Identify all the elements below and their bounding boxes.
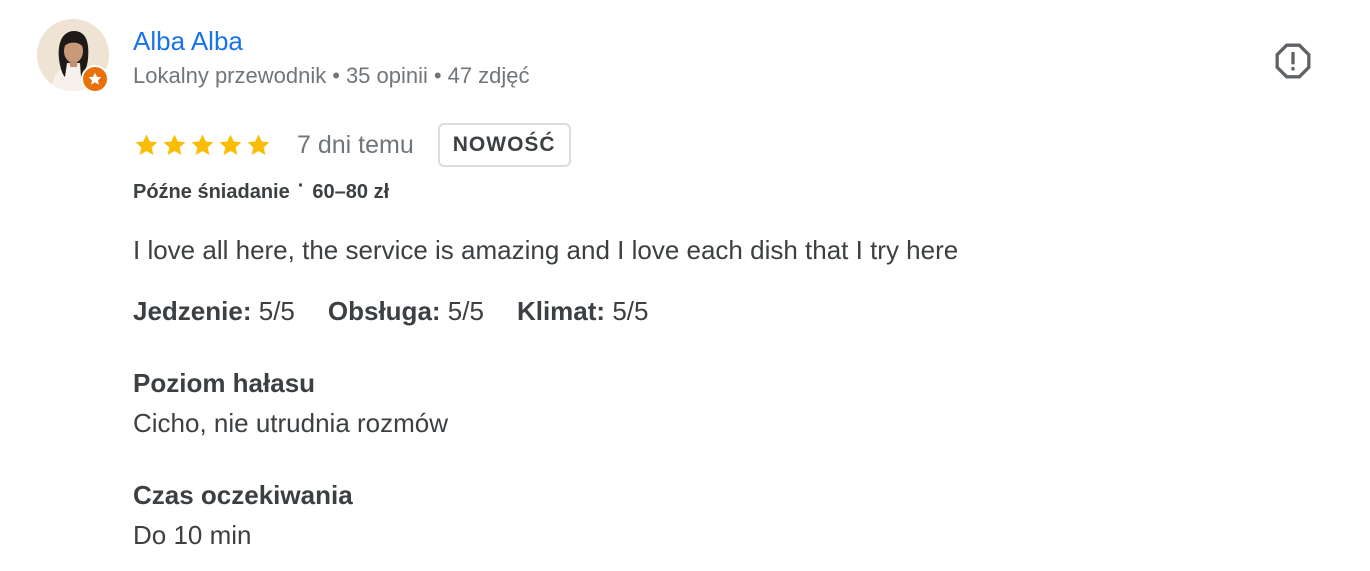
wait-time-label: Czas oczekiwania [133,480,353,510]
star-icon [135,133,158,155]
meal-price-row: Późne śniadanie · 60–80 zł [133,175,390,206]
noise-level-label: Poziom hałasu [133,368,316,398]
reviewer-meta[interactable]: Lokalny przewodnik • 35 opinii • 47 zdjęć [133,61,530,91]
star-icon [163,133,186,155]
review-date: 7 dni temu [297,130,414,159]
subrating-food: Jedzenie: 5/5 [133,296,295,326]
report-icon [1275,43,1311,79]
new-badge: NOWOŚĆ [437,123,571,167]
report-review-button[interactable] [1272,40,1314,82]
reviewer-reviews-count: 35 opinii [345,63,428,88]
star-icon [247,133,270,155]
star-icon [191,133,214,155]
wait-time-value: Do 10 min [133,520,252,550]
subratings: Jedzenie: 5/5 Obsługa: 5/5 Klimat: 5/5 [133,294,648,328]
rating-row: 7 dni temu NOWOŚĆ [133,121,571,169]
subrating-service: Obsługa: 5/5 [327,296,484,326]
reviewer-photos-count: 47 zdjęć [447,63,530,88]
noise-level-value: Cicho, nie utrudnia rozmów [133,408,449,438]
meta-separator: • [433,63,442,88]
meal-type: Późne śniadanie [133,181,290,203]
avatar[interactable] [37,19,109,93]
local-guide-star-icon [81,65,109,93]
subrating-atmosphere: Klimat: 5/5 [516,296,649,326]
price-range: 60–80 zł [312,181,390,203]
meta-separator: • [332,63,340,88]
meal-separator: · [297,175,305,197]
reviewer-level: Lokalny przewodnik [133,63,327,88]
reviewer-name[interactable]: Alba Alba [133,24,243,58]
review-text: I love all here, the service is amazing … [133,235,959,265]
star-rating [133,132,272,159]
star-icon [219,133,242,155]
